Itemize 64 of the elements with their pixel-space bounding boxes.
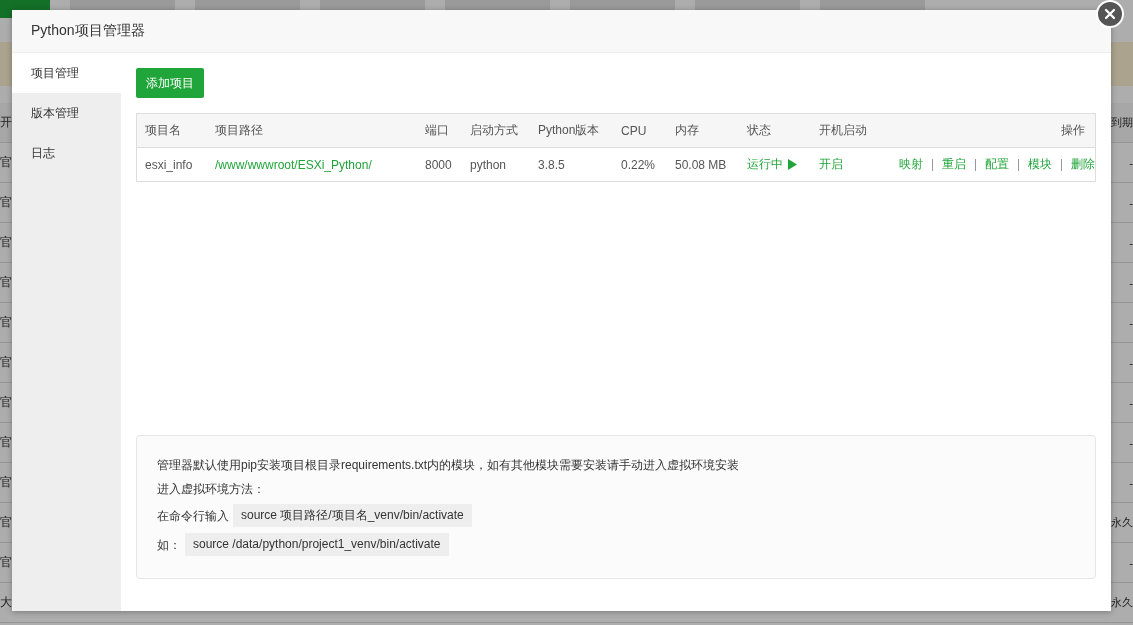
table-cell: 0.22% bbox=[613, 147, 667, 182]
action-link[interactable]: 删除 bbox=[1071, 156, 1095, 173]
play-icon[interactable] bbox=[788, 159, 797, 170]
table-cell: - bbox=[1129, 236, 1133, 249]
column-header: 端口 bbox=[417, 113, 462, 148]
table-cell: 大 bbox=[0, 594, 12, 611]
action-link[interactable]: 重启 bbox=[942, 156, 966, 173]
column-header: CPU bbox=[613, 113, 667, 148]
help-text: 进入虚拟环境方法： bbox=[157, 481, 266, 498]
table-cell: - bbox=[1129, 316, 1133, 329]
table-cell: 永久 bbox=[1111, 515, 1133, 530]
status-text: 运行中 bbox=[747, 156, 783, 173]
action-link[interactable]: 模块 bbox=[1028, 156, 1052, 173]
column-header: 开 bbox=[0, 114, 12, 131]
help-text: 在命令行输入 bbox=[157, 507, 229, 525]
action-link[interactable]: 映射 bbox=[899, 156, 923, 173]
table-cell: 官 bbox=[0, 354, 12, 371]
table-cell: - bbox=[1129, 196, 1133, 209]
table-cell: - bbox=[1129, 556, 1133, 569]
close-button[interactable] bbox=[1096, 0, 1124, 28]
column-header: 启动方式 bbox=[462, 113, 530, 148]
project-path-link[interactable]: /www/wwwroot/ESXi_Python/ bbox=[215, 157, 372, 172]
column-header: 项目名 bbox=[136, 113, 207, 148]
table-cell: 官 bbox=[0, 474, 12, 491]
table-cell: - bbox=[1129, 396, 1133, 409]
table-cell: - bbox=[1129, 276, 1133, 289]
column-header: 到期 bbox=[1111, 115, 1133, 130]
help-text: 如： bbox=[157, 536, 181, 554]
sidebar-item[interactable]: 项目管理 bbox=[12, 53, 121, 93]
table-cell: 永久 bbox=[1111, 595, 1133, 610]
table-cell: - bbox=[1129, 356, 1133, 369]
action-link[interactable]: 配置 bbox=[985, 156, 1009, 173]
table-cell: 官 bbox=[0, 194, 12, 211]
help-text: 管理器默认使用pip安装项目根目录requirements.txt内的模块，如有其他模块需要安装请手动进入虚拟环境安装 bbox=[157, 457, 741, 474]
table-cell: esxi_info bbox=[136, 147, 207, 182]
table-cell: 官 bbox=[0, 434, 12, 451]
table-cell: python bbox=[462, 147, 530, 182]
table-cell: - bbox=[1129, 476, 1133, 489]
table-cell: 官 bbox=[0, 314, 12, 331]
table-cell: 3.8.5 bbox=[530, 147, 613, 182]
table-cell: 官 bbox=[0, 394, 12, 411]
add-project-button[interactable]: 添加项目 bbox=[136, 68, 204, 98]
autostart-toggle[interactable]: 开启 bbox=[819, 157, 843, 171]
column-header: Python版本 bbox=[530, 113, 613, 148]
column-header: 内存 bbox=[667, 113, 739, 148]
column-header: 操作 bbox=[891, 113, 1096, 148]
table-cell: 官 bbox=[0, 514, 12, 531]
table-cell: 8000 bbox=[417, 147, 462, 182]
dialog-title: Python项目管理器 bbox=[31, 22, 145, 40]
close-icon bbox=[1104, 8, 1116, 20]
table-cell: - bbox=[1129, 436, 1133, 449]
sidebar-item[interactable]: 日志 bbox=[12, 133, 121, 173]
command-code: source /data/python/project1_venv/bin/activate bbox=[185, 533, 449, 556]
table-cell: 50.08 MB bbox=[667, 147, 739, 182]
column-header: 项目路径 bbox=[207, 113, 417, 148]
table-cell: - bbox=[1129, 156, 1133, 169]
table-cell: 官 bbox=[0, 234, 12, 251]
table-cell: 官 bbox=[0, 154, 12, 171]
table-cell: 官 bbox=[0, 274, 12, 291]
table-cell: 官 bbox=[0, 554, 12, 571]
command-code: source 项目路径/项目名_venv/bin/activate bbox=[233, 504, 472, 527]
column-header: 状态 bbox=[739, 113, 811, 148]
column-header: 开机启动 bbox=[811, 113, 891, 148]
sidebar-item[interactable]: 版本管理 bbox=[12, 93, 121, 133]
